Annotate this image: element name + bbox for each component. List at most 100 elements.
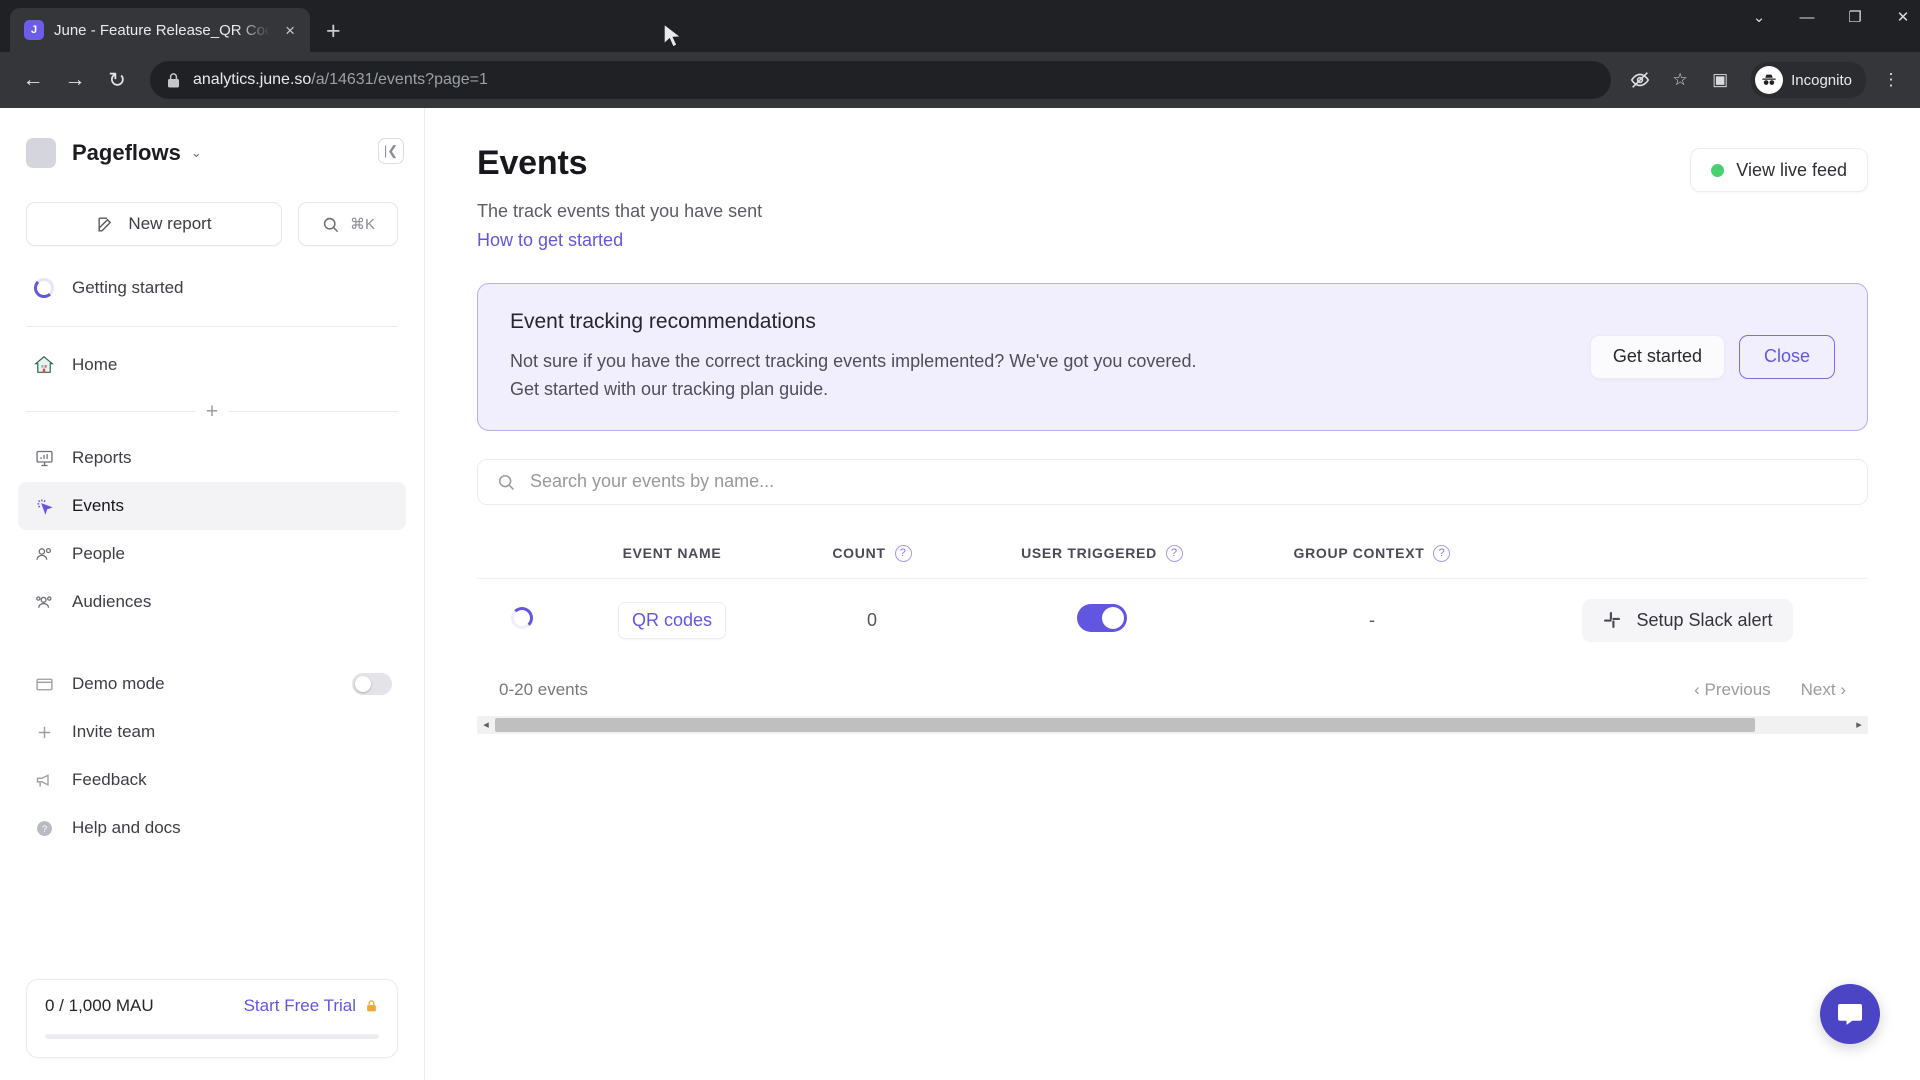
new-tab-button[interactable]: + bbox=[326, 19, 341, 44]
maximize-icon[interactable]: ❐ bbox=[1846, 8, 1864, 26]
plus-icon bbox=[32, 720, 56, 744]
help-icon[interactable]: ? bbox=[1433, 544, 1451, 562]
view-live-feed-label: View live feed bbox=[1736, 159, 1847, 180]
next-page-button[interactable]: Next › bbox=[1801, 680, 1846, 700]
sidebar-item-label: Feedback bbox=[72, 770, 147, 789]
column-label: GROUP CONTEXT bbox=[1293, 545, 1425, 562]
sidebar-item-events[interactable]: Events bbox=[18, 482, 406, 530]
sidebar-item-feedback[interactable]: Feedback bbox=[18, 756, 406, 804]
user-triggered-toggle[interactable] bbox=[1077, 603, 1127, 632]
tab-title: June - Feature Release_QR Code bbox=[54, 21, 271, 39]
sidebar-search-button[interactable]: ⌘K bbox=[298, 202, 398, 246]
table-row: QR codes 0 - Setup Slack alert bbox=[477, 577, 1868, 662]
workspace-switcher[interactable]: Pageflows ⌄ bbox=[0, 130, 424, 176]
chevron-down-icon[interactable]: ⌄ bbox=[1750, 8, 1768, 26]
row-status-cell bbox=[477, 577, 567, 662]
count-column-header: COUNT? bbox=[777, 527, 967, 579]
status-column-header bbox=[477, 527, 567, 579]
minimize-icon[interactable]: — bbox=[1798, 9, 1816, 26]
scroll-left-arrow-icon[interactable]: ◂ bbox=[477, 718, 495, 731]
browser-toolbar: ← → ↻ analytics.june.so/a/14631/events?p… bbox=[0, 52, 1920, 108]
scroll-right-arrow-icon[interactable]: ▸ bbox=[1850, 718, 1868, 731]
sidebar-nav-footer: Demo mode Invite team Feedback ? Help an… bbox=[0, 660, 424, 852]
intercom-chat-button[interactable] bbox=[1820, 984, 1880, 1044]
previous-page-button[interactable]: ‹ Previous bbox=[1694, 680, 1771, 700]
sidebar-item-label: Invite team bbox=[72, 722, 156, 741]
scrollbar-thumb[interactable] bbox=[495, 717, 1756, 732]
scrollbar-track[interactable] bbox=[495, 716, 1850, 734]
new-report-button[interactable]: New report bbox=[26, 202, 282, 246]
actions-column-header bbox=[1507, 527, 1868, 579]
back-icon[interactable]: ← bbox=[14, 61, 52, 99]
table-header-row: EVENT NAME COUNT? USER TRIGGERED? GROUP … bbox=[477, 527, 1868, 579]
how-to-get-started-link[interactable]: How to get started bbox=[477, 230, 762, 251]
reload-icon[interactable]: ↻ bbox=[98, 61, 136, 99]
sidebar-nav-main: Reports Events People Audiences bbox=[0, 434, 424, 626]
browser-menu-icon[interactable]: ⋮ bbox=[1876, 65, 1906, 95]
new-report-label: New report bbox=[128, 214, 212, 233]
pagination-bar: 0-20 events ‹ Previous Next › bbox=[477, 662, 1868, 700]
window-icon bbox=[32, 672, 56, 696]
loading-spinner-icon bbox=[511, 606, 533, 629]
svg-text:?: ? bbox=[41, 824, 46, 835]
slack-icon bbox=[1604, 612, 1621, 629]
sidebar-item-people[interactable]: People bbox=[18, 530, 406, 578]
sidebar-item-demo-mode[interactable]: Demo mode bbox=[18, 660, 406, 708]
sidebar-item-getting-started[interactable]: Getting started bbox=[18, 264, 406, 312]
bookmark-star-icon[interactable]: ☆ bbox=[1665, 65, 1695, 95]
user-triggered-column-header: USER TRIGGERED? bbox=[967, 527, 1237, 579]
setup-slack-alert-button[interactable]: Setup Slack alert bbox=[1582, 598, 1793, 642]
people-icon bbox=[32, 542, 56, 566]
event-tracking-recommendations-banner: Event tracking recommendations Not sure … bbox=[477, 283, 1868, 431]
sidebar-item-invite-team[interactable]: Invite team bbox=[18, 708, 406, 756]
mau-usage-card: 0 / 1,000 MAU Start Free Trial bbox=[26, 979, 398, 1058]
close-banner-button[interactable]: Close bbox=[1738, 334, 1835, 379]
collapse-sidebar-icon[interactable]: |❮ bbox=[378, 138, 404, 164]
banner-text: Not sure if you have the correct trackin… bbox=[510, 351, 1197, 399]
view-live-feed-button[interactable]: View live feed bbox=[1690, 148, 1868, 192]
events-search-box[interactable] bbox=[477, 458, 1868, 505]
live-status-dot-icon bbox=[1711, 163, 1725, 177]
megaphone-icon bbox=[32, 768, 56, 792]
eye-slash-icon[interactable] bbox=[1625, 65, 1655, 95]
row-event-name-cell: QR codes bbox=[567, 577, 777, 662]
sidebar-item-label: Reports bbox=[72, 448, 132, 467]
sidebar-item-home[interactable]: Home bbox=[18, 341, 406, 389]
sidebar-item-reports[interactable]: Reports bbox=[18, 434, 406, 482]
sidebar-item-label: Audiences bbox=[72, 592, 152, 611]
sidebar-item-help-and-docs[interactable]: ? Help and docs bbox=[18, 804, 406, 852]
setup-slack-alert-label: Setup Slack alert bbox=[1636, 609, 1773, 630]
window-controls: ⌄ — ❐ ✕ bbox=[1750, 8, 1912, 27]
column-label: COUNT bbox=[832, 545, 886, 562]
demo-mode-toggle[interactable] bbox=[352, 673, 392, 695]
incognito-profile-button[interactable]: Incognito bbox=[1751, 62, 1866, 98]
plus-icon[interactable]: + bbox=[206, 401, 218, 422]
page-subtitle: The track events that you have sent bbox=[477, 201, 763, 221]
address-bar[interactable]: analytics.june.so/a/14631/events?page=1 bbox=[150, 61, 1612, 99]
browser-window: J June - Feature Release_QR Code × + ⌄ —… bbox=[0, 0, 1920, 1080]
sidebar-item-audiences[interactable]: Audiences bbox=[18, 578, 406, 626]
search-icon bbox=[498, 474, 515, 490]
sidebar: Pageflows ⌄ |❮ New report ⌘K Getting sta… bbox=[0, 108, 425, 1080]
help-icon[interactable]: ? bbox=[1165, 544, 1183, 562]
url-text: analytics.june.so/a/14631/events?page=1 bbox=[193, 71, 488, 89]
event-name-chip[interactable]: QR codes bbox=[617, 601, 727, 639]
horizontal-scrollbar[interactable]: ◂ ▸ bbox=[477, 715, 1868, 734]
search-input[interactable] bbox=[530, 471, 1849, 493]
workspace-logo-icon bbox=[26, 138, 56, 168]
page-title: Events bbox=[477, 144, 588, 182]
sidebar-actions: New report ⌘K bbox=[0, 176, 424, 246]
close-icon[interactable]: × bbox=[280, 20, 300, 41]
side-panel-icon[interactable]: ▣ bbox=[1705, 65, 1735, 95]
forward-icon[interactable]: → bbox=[56, 61, 94, 99]
browser-tab[interactable]: J June - Feature Release_QR Code × bbox=[10, 8, 310, 52]
events-table: EVENT NAME COUNT? USER TRIGGERED? GROUP … bbox=[477, 527, 1868, 662]
mau-progress-bar bbox=[45, 1034, 379, 1039]
column-label: USER TRIGGERED bbox=[1021, 545, 1157, 562]
help-icon[interactable]: ? bbox=[894, 544, 912, 562]
get-started-button[interactable]: Get started bbox=[1589, 334, 1725, 379]
tab-strip: J June - Feature Release_QR Code × + ⌄ —… bbox=[0, 0, 1920, 52]
row-user-triggered-cell bbox=[967, 577, 1237, 662]
start-free-trial-button[interactable]: Start Free Trial bbox=[244, 996, 379, 1016]
close-window-icon[interactable]: ✕ bbox=[1894, 8, 1912, 26]
